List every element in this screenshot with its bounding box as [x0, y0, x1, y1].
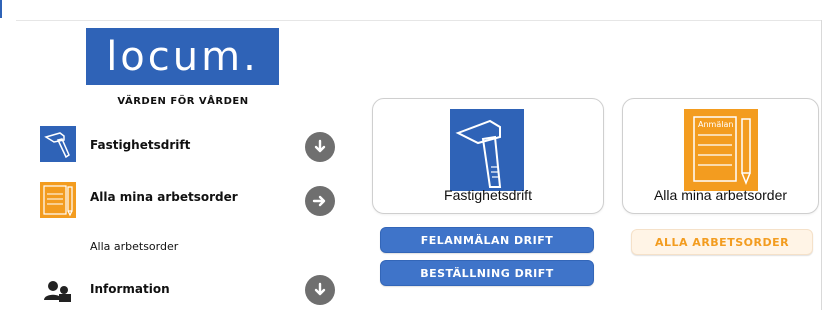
hammer-icon	[450, 109, 524, 191]
users-icon	[40, 274, 76, 310]
top-bar	[0, 0, 832, 18]
expand-fastighetsdrift-button[interactable]	[305, 132, 335, 162]
sidebar-item-label: Information	[90, 282, 170, 296]
arrow-down-circle-icon	[314, 282, 326, 296]
left-accent-bar	[0, 0, 2, 18]
tagline: VÄRDEN FÖR VÅRDEN	[117, 96, 249, 107]
hammer-icon	[40, 126, 76, 162]
bestallning-drift-button[interactable]: BESTÄLLNING DRIFT	[380, 260, 594, 286]
felanmalan-drift-button[interactable]: FELANMÄLAN DRIFT	[380, 227, 594, 253]
card-label: Alla mina arbetsorder	[653, 187, 788, 203]
sidebar-item-label: Alla mina arbetsorder	[90, 190, 238, 204]
sidebar-sub-link-alla-arbetsorder[interactable]: Alla arbetsorder	[90, 240, 178, 253]
work-order-icon	[40, 182, 76, 218]
right-divider	[821, 20, 822, 310]
locum-logo[interactable]: locum.	[86, 28, 279, 85]
expand-information-button[interactable]	[305, 275, 335, 305]
alla-arbetsorder-button[interactable]: ALLA ARBETSORDER	[631, 229, 813, 255]
card-label: Fastighetsdrift	[444, 187, 532, 203]
work-order-icon: Anmälan	[684, 109, 758, 191]
card-fastighetsdrift[interactable]: Fastighetsdrift	[372, 98, 604, 214]
card-icon-text: Anmälan	[698, 120, 733, 129]
sidebar-item-label: Fastighetsdrift	[90, 138, 191, 152]
top-divider	[16, 20, 821, 21]
card-alla-mina-arbetsorder[interactable]: Anmälan Alla mina arbetsorder	[622, 98, 819, 214]
open-arbetsorder-button[interactable]	[305, 186, 335, 216]
logo-text: locum.	[106, 33, 259, 80]
page: locum. VÄRDEN FÖR VÅRDEN Fastighetsdrift	[0, 0, 832, 310]
arrow-down-circle-icon	[314, 139, 326, 153]
sidebar-item-information[interactable]: Information	[40, 270, 335, 305]
sidebar-item-fastighetsdrift[interactable]: Fastighetsdrift	[40, 126, 335, 166]
arrow-right-circle-icon	[312, 195, 326, 207]
sidebar-item-alla-mina-arbetsorder[interactable]: Alla mina arbetsorder	[40, 182, 335, 222]
